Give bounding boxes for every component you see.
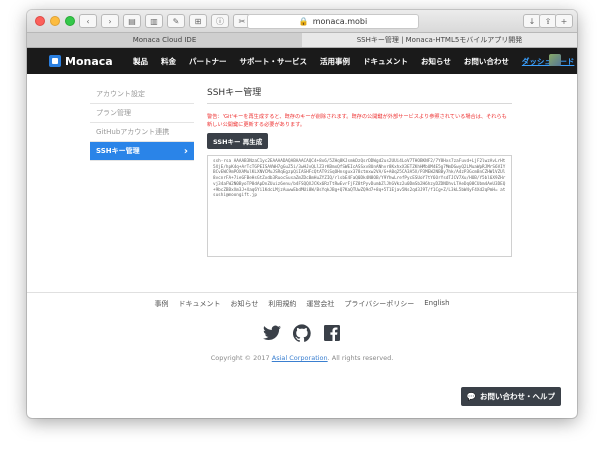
sidebar-item-ssh[interactable]: SSHキー管理 ›	[90, 142, 194, 161]
sidebar-item-github[interactable]: GitHubアカウント連携	[90, 123, 194, 142]
new-tab-icon[interactable]: +	[555, 14, 573, 28]
copyright-suffix: . All rights reserved.	[327, 354, 394, 362]
footer-link-company[interactable]: 運営会社	[306, 299, 334, 309]
zoom-window-button[interactable]	[65, 16, 75, 26]
footer-link-docs[interactable]: ドキュメント	[178, 299, 220, 309]
regenerate-key-button[interactable]: SSHキー 再生成	[207, 133, 269, 149]
footer: 事例 ドキュメント お知らせ 利用規約 運営会社 プライバシーポリシー Engl…	[27, 292, 577, 362]
logo-text: Monaca	[65, 54, 113, 68]
sidebar-item-label: SSHキー管理	[96, 147, 140, 155]
forward-icon[interactable]: ›	[101, 14, 119, 28]
nav-item-partners[interactable]: パートナー	[189, 56, 227, 67]
tab-ssh-key[interactable]: SSHキー管理 | Monaca-HTML5モバイルアプリ開発	[302, 33, 577, 47]
social-links	[27, 324, 577, 342]
nav-item-docs[interactable]: ドキュメント	[363, 56, 408, 67]
footer-links: 事例 ドキュメント お知らせ 利用規約 運営会社 プライバシーポリシー Engl…	[27, 299, 577, 309]
copyright: Copyright © 2017 Asial Corporation. All …	[27, 354, 577, 362]
avatar[interactable]	[549, 54, 561, 66]
monaca-logo[interactable]: Monaca	[49, 55, 113, 68]
twitter-icon[interactable]	[263, 324, 281, 342]
browser-toolbar: ‹ › ▤ ▥ ✎ ⊞ ⓘ ✂ 🔒 monaca.mobi ↓ ⇪ +	[27, 10, 577, 33]
main-content: SSHキー管理 警告：'Git'キーを再生成すると、既存のキーが削除されます。既…	[207, 85, 512, 257]
footer-link-news[interactable]: お知らせ	[230, 299, 258, 309]
nav-item-news[interactable]: お知らせ	[421, 56, 451, 67]
copyright-prefix: Copyright © 2017	[210, 354, 272, 362]
grid-icon[interactable]: ⊞	[189, 14, 207, 28]
site-nav: Monaca 製品 料金 パートナー サポート・サービス 活用事例 ドキュメント…	[27, 48, 577, 74]
sidebar-toggle-icon[interactable]: ▤	[123, 14, 141, 28]
window-controls	[35, 16, 75, 26]
address-bar[interactable]: 🔒 monaca.mobi	[247, 14, 419, 29]
info-icon[interactable]: ⓘ	[211, 14, 229, 28]
chevron-right-icon: ›	[183, 145, 188, 157]
close-window-button[interactable]	[35, 16, 45, 26]
help-label: お問い合わせ・ヘルプ	[480, 392, 555, 401]
sidebar-item-account[interactable]: アカウント設定	[90, 85, 194, 104]
minimize-window-button[interactable]	[50, 16, 60, 26]
nav-menu: 製品 料金 パートナー サポート・サービス 活用事例 ドキュメント お知らせ お…	[133, 56, 577, 67]
footer-link-cases[interactable]: 事例	[154, 299, 168, 309]
page-title: SSHキー管理	[207, 85, 512, 104]
sidebar-item-plan[interactable]: プラン管理	[90, 104, 194, 123]
nav-item-pricing[interactable]: 料金	[161, 56, 176, 67]
chat-icon: 💬	[466, 392, 476, 401]
nav-item-support[interactable]: サポート・サービス	[240, 56, 308, 67]
public-key-textarea[interactable]: ssh-rsa AAAAB3NzaC1yc2EAAAADAQABAAACAQC4…	[207, 155, 512, 257]
tab-bar: Monaca Cloud IDE SSHキー管理 | Monaca-HTML5モ…	[27, 33, 577, 48]
back-icon[interactable]: ‹	[79, 14, 97, 28]
monaca-logo-icon	[49, 55, 61, 67]
pencil-icon[interactable]: ✎	[167, 14, 185, 28]
nav-item-products[interactable]: 製品	[133, 56, 148, 67]
settings-sidebar: アカウント設定 プラン管理 GitHubアカウント連携 SSHキー管理 ›	[90, 85, 194, 161]
footer-link-privacy[interactable]: プライバシーポリシー	[344, 299, 414, 309]
nav-item-cases[interactable]: 活用事例	[320, 56, 350, 67]
address-text: monaca.mobi	[312, 17, 368, 26]
facebook-icon[interactable]	[323, 324, 341, 342]
footer-link-english[interactable]: English	[424, 299, 449, 309]
lock-icon: 🔒	[298, 17, 309, 26]
help-button[interactable]: 💬 お問い合わせ・ヘルプ	[460, 387, 561, 406]
nav-item-contact[interactable]: お問い合わせ	[464, 56, 509, 67]
footer-link-terms[interactable]: 利用規約	[268, 299, 296, 309]
bookmarks-icon[interactable]: ▥	[145, 14, 163, 28]
warning-text: 警告：'Git'キーを再生成すると、既存のキーが削除されます。既存の公開鍵が外部…	[207, 114, 507, 128]
browser-window: ‹ › ▤ ▥ ✎ ⊞ ⓘ ✂ 🔒 monaca.mobi ↓ ⇪ + Mona…	[27, 10, 577, 418]
github-icon[interactable]	[293, 324, 311, 342]
asial-link[interactable]: Asial Corporation	[272, 354, 328, 362]
tab-monaca-ide[interactable]: Monaca Cloud IDE	[27, 33, 302, 47]
